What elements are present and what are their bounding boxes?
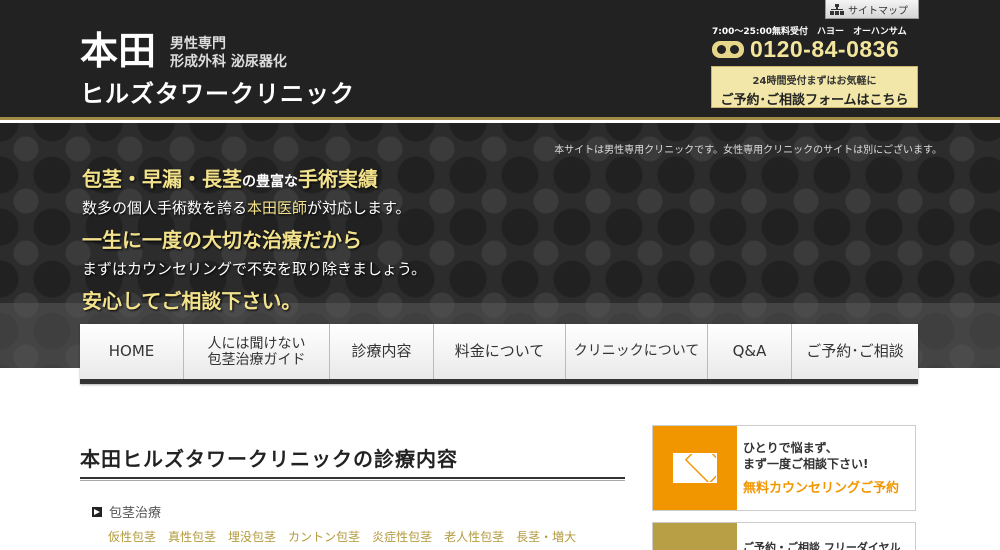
nav-guide-line-2: 包茎治療ガイド <box>207 351 306 368</box>
section-heading: 包茎治療 <box>92 502 161 521</box>
link-true-phimosis[interactable]: 真性包茎 <box>168 528 216 545</box>
free-counseling-banner[interactable]: ひとりで悩まず、 まず一度ご相談下さい! 無料カウンセリングご予約 <box>652 425 916 511</box>
link-paraphimosis[interactable]: カントン包茎 <box>288 528 360 545</box>
hero-line-4: まずはカウンセリングで不安を取り除きましょう。 <box>82 260 427 278</box>
page: 本田 男性専門 形成外科 泌尿器化 ヒルズタワークリニック サイトマップ 7:0… <box>0 0 1000 550</box>
logo-subtitle-2: 形成外科 泌尿器化 <box>170 54 287 70</box>
sitemap-label: サイトマップ <box>848 5 908 17</box>
nav-guide[interactable]: 人には聞けない 包茎治療ガイド <box>184 324 330 379</box>
link-false-phimosis[interactable]: 仮性包茎 <box>108 528 156 545</box>
hero-line-1-gold-2: 手術実績 <box>298 167 378 191</box>
hero-line-1: 包茎・早漏・長茎の豊富な手術実績 <box>82 163 378 192</box>
counseling-line-1: ひとりで悩まず、 <box>743 441 838 455</box>
hero-line-1-gold: 包茎・早漏・長茎 <box>82 167 242 191</box>
arrow-right-icon <box>92 506 102 517</box>
counseling-cta: 無料カウンセリングご予約 <box>743 481 900 496</box>
phone-icon <box>653 523 737 550</box>
hero-line-1-rich: 豊富な <box>256 174 298 190</box>
clinic-logo[interactable]: 本田 男性専門 形成外科 泌尿器化 ヒルズタワークリニック <box>80 30 380 110</box>
nav-guide-line-1: 人には聞けない <box>207 335 306 352</box>
reservation-note: 24時間受付まずはお気軽に <box>752 76 877 87</box>
page-title: 本田ヒルズタワークリニックの診療内容 <box>80 443 625 481</box>
link-buried-phimosis[interactable]: 埋没包茎 <box>228 528 276 545</box>
free-dial-icon <box>712 40 744 58</box>
treatment-links: 仮性包茎 真性包茎 埋没包茎 カントン包茎 炎症性包茎 老人性包茎 長茎・増大 <box>108 528 576 545</box>
global-nav: HOME 人には聞けない 包茎治療ガイド 診療内容 料金について クリニックにつ… <box>80 324 918 384</box>
hero-line-2-doctor: 本田医師 <box>247 199 308 217</box>
hero-line-3: 一生に一度の大切な治療だから <box>82 228 362 252</box>
counseling-text: ひとりで悩まず、 まず一度ご相談下さい! 無料カウンセリングご予約 <box>737 426 899 510</box>
mail-icon <box>673 453 717 483</box>
site-header: 本田 男性専門 形成外科 泌尿器化 ヒルズタワークリニック サイトマップ 7:0… <box>0 0 1000 120</box>
sitemap-icon <box>830 3 844 15</box>
hero-line-2: 数多の個人手術数を誇る本田医師が対応します。 <box>82 197 411 218</box>
nav-home[interactable]: HOME <box>80 324 184 379</box>
tel-number[interactable]: 0120-84-0836 <box>750 36 899 63</box>
hero-line-2-a: 数多の個人手術数を誇る <box>82 199 248 217</box>
logo-main-text: 本田 <box>80 28 157 73</box>
hero-line-5: 安心してご相談下さい。 <box>82 289 302 313</box>
link-senile-phimosis[interactable]: 老人性包茎 <box>444 528 504 545</box>
hero-line-2-b: が対応します。 <box>307 199 411 217</box>
tel-row[interactable]: 0120-84-0836 <box>712 36 899 62</box>
free-dial-label: ご予約・ご相談 フリーダイヤル <box>743 541 901 550</box>
link-enlargement[interactable]: 長茎・増大 <box>516 528 576 545</box>
hero-notice: 本サイトは男性専用クリニックです。女性専用クリニックのサイトは別にございます。 <box>554 145 942 156</box>
reservation-label: ご予約･ご相談フォームはこちら <box>720 93 909 108</box>
section-heading-label: 包茎治療 <box>109 506 162 521</box>
logo-clinic-name: ヒルズタワークリニック <box>80 79 355 108</box>
nav-reservation[interactable]: ご予約･ご相談 <box>792 324 918 379</box>
reservation-form-button[interactable]: 24時間受付まずはお気軽に ご予約･ご相談フォームはこちら <box>711 66 918 108</box>
counseling-icon-box <box>653 426 737 510</box>
nav-faq[interactable]: Q&A <box>708 324 792 379</box>
hero-line-1-no: の <box>242 174 256 190</box>
counseling-line-2: まず一度ご相談下さい! <box>743 457 869 471</box>
nav-services[interactable]: 診療内容 <box>330 324 434 379</box>
sitemap-link[interactable]: サイトマップ <box>825 0 919 19</box>
logo-subtitle-1: 男性専門 <box>170 36 226 52</box>
link-inflammatory-phimosis[interactable]: 炎症性包茎 <box>372 528 432 545</box>
free-dial-banner[interactable]: ご予約・ご相談 フリーダイヤル <box>652 522 916 550</box>
nav-pricing[interactable]: 料金について <box>434 324 566 379</box>
nav-about-clinic[interactable]: クリニックについて <box>566 324 708 379</box>
